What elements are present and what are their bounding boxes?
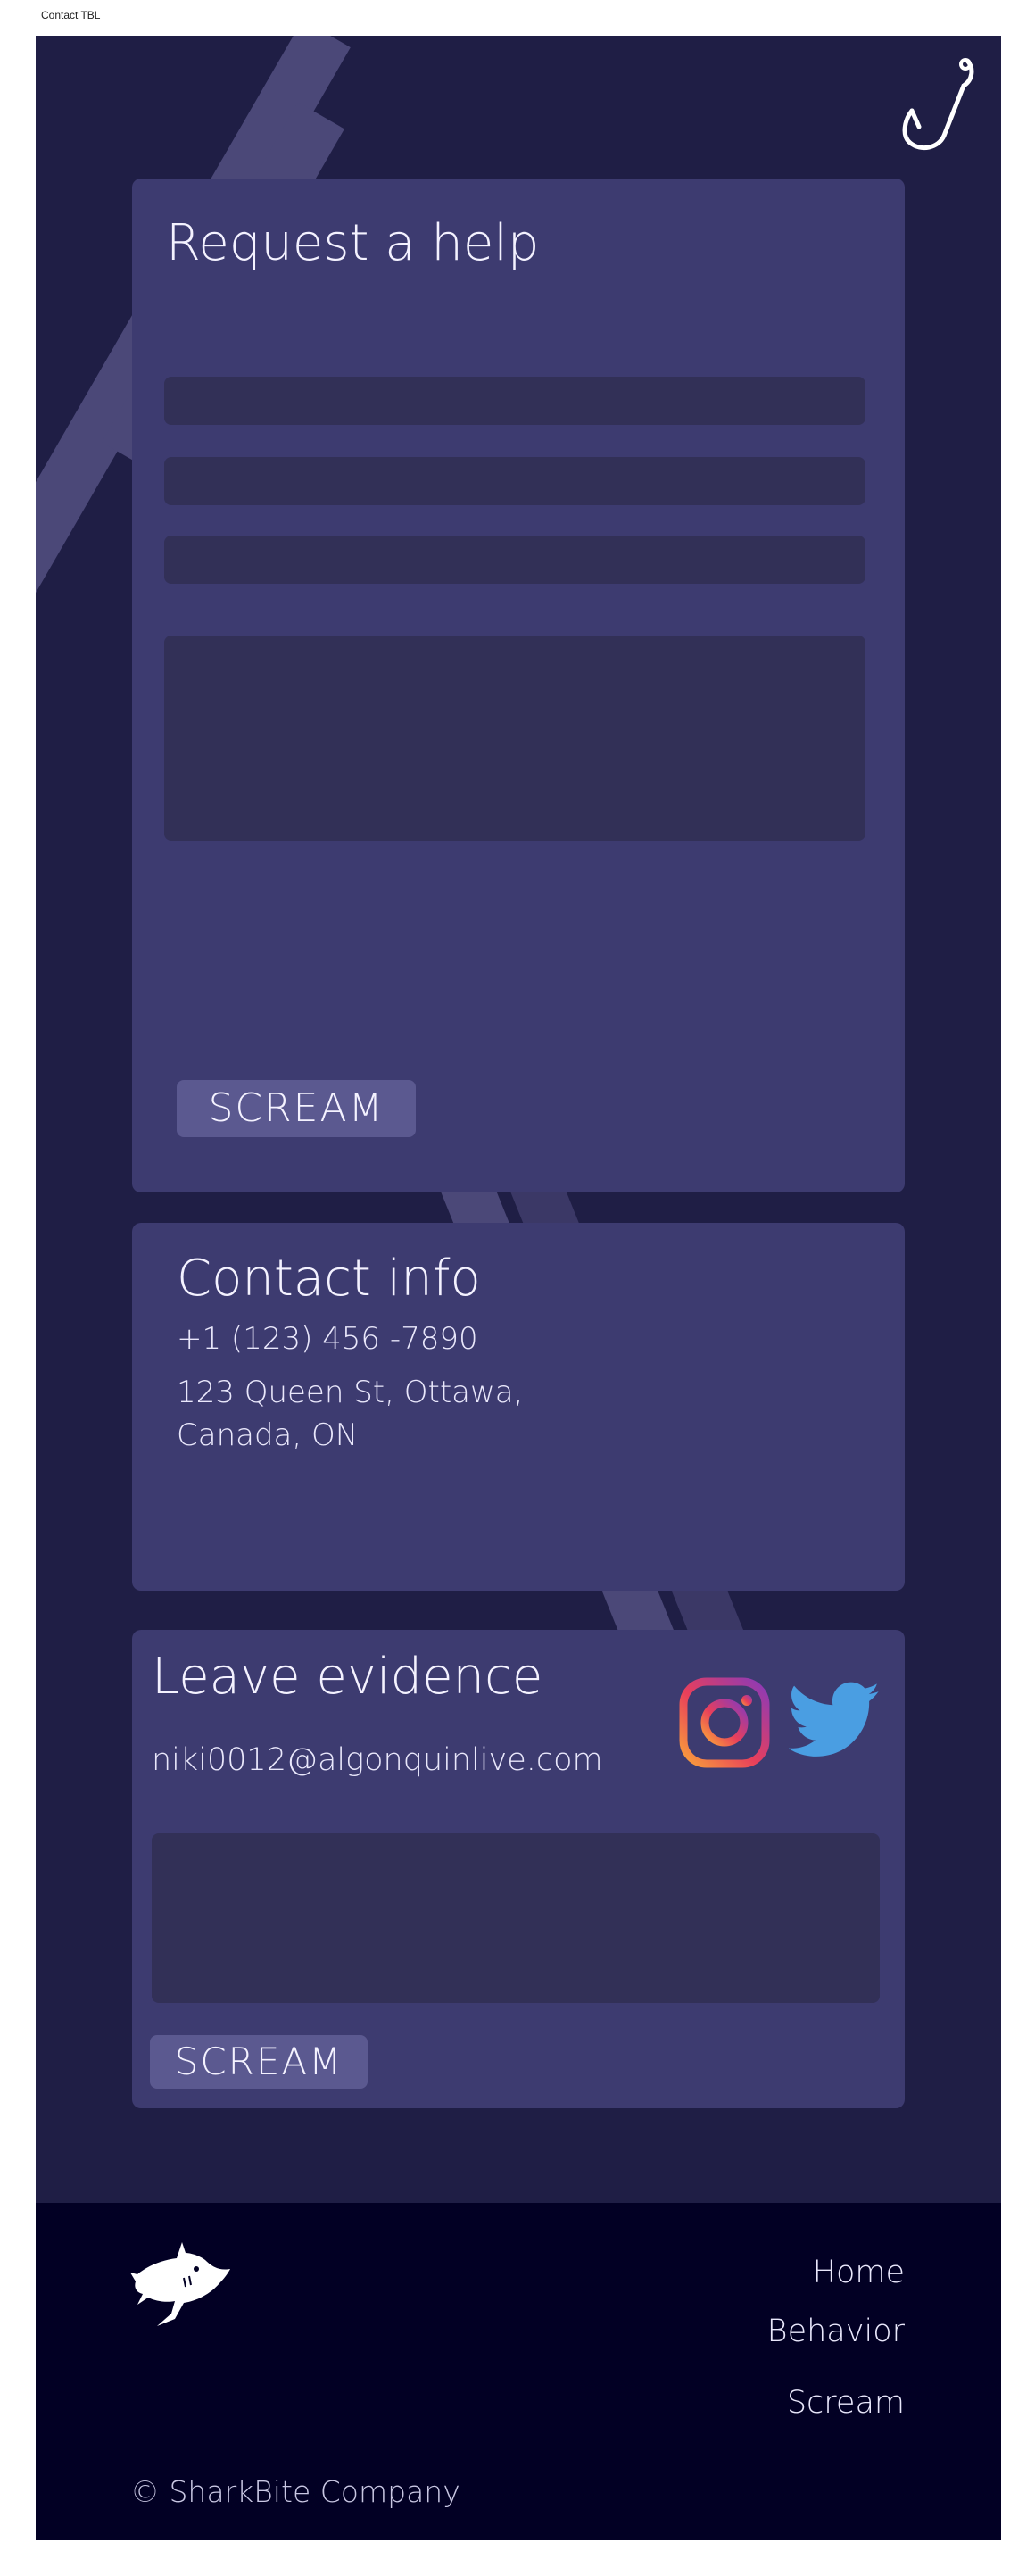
leave-evidence-card: Leave evidence niki0012@algonquinlive.co… xyxy=(132,1630,905,2108)
instagram-icon[interactable] xyxy=(678,1676,771,1769)
evidence-scream-button[interactable]: SCREAM xyxy=(150,2035,368,2089)
footer-copyright: © SharkBite Company xyxy=(130,2474,460,2509)
footer-nav-scream[interactable]: Scream xyxy=(787,2385,905,2421)
shark-logo-icon[interactable] xyxy=(130,2242,230,2328)
help-message-textarea[interactable] xyxy=(164,636,865,841)
contact-info-title: Contact info xyxy=(177,1250,481,1308)
contact-phone: +1 (123) 456 -7890 xyxy=(177,1321,478,1357)
site-footer: Home Behavior Scream © SharkBite Company xyxy=(36,2203,1001,2540)
page-frame: Request a help SCREAM Contact info +1 (1… xyxy=(36,36,1001,2540)
help-subject-field[interactable] xyxy=(164,536,865,584)
fish-hook-icon xyxy=(902,58,974,151)
twitter-icon[interactable] xyxy=(789,1682,882,1760)
help-email-field[interactable] xyxy=(164,457,865,505)
help-request-card: Request a help SCREAM xyxy=(132,179,905,1192)
evidence-email: niki0012@algonquinlive.com xyxy=(152,1742,603,1778)
page-tab-label: Contact TBL xyxy=(41,9,101,21)
evidence-title: Leave evidence xyxy=(152,1648,543,1706)
help-scream-button[interactable]: SCREAM xyxy=(177,1080,416,1137)
help-name-field[interactable] xyxy=(164,377,865,425)
footer-nav-home[interactable]: Home xyxy=(813,2255,905,2290)
contact-address: 123 Queen St, Ottawa, Canada, ON xyxy=(177,1375,524,1453)
help-form-title: Request a help xyxy=(166,214,540,272)
footer-nav-behavior[interactable]: Behavior xyxy=(767,2314,905,2349)
evidence-message-textarea[interactable] xyxy=(152,1833,880,2003)
contact-info-card: Contact info +1 (123) 456 -7890 123 Quee… xyxy=(132,1223,905,1591)
